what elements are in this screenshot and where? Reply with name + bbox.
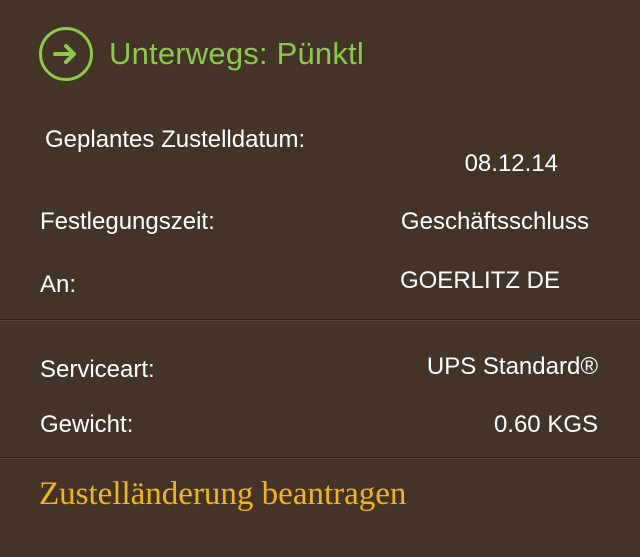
- ship-to-value: GOERLITZ DE: [399, 267, 560, 294]
- service-type-label: Serviceart:: [40, 356, 155, 383]
- arrow-right-icon: [53, 44, 76, 64]
- scheduled-delivery-label: Geplantes Zustelldatum:: [45, 126, 306, 153]
- status-title: Unterwegs: Pünktl: [109, 36, 364, 71]
- ship-to-label: An:: [40, 271, 77, 298]
- request-delivery-change-link[interactable]: Zustelländerung beantragen: [39, 476, 406, 513]
- section-divider: [0, 319, 640, 321]
- arrow-right-circle-icon: [39, 27, 93, 81]
- weight-value: 0.60 KGS: [493, 411, 598, 438]
- commit-time-label: Festlegungszeit:: [40, 208, 215, 235]
- scheduled-delivery-value: 08.12.14: [464, 150, 558, 177]
- service-type-value: UPS Standard®: [426, 353, 598, 380]
- delivery-status: Unterwegs: Pünktl: [39, 27, 364, 81]
- commit-time-value: Geschäftsschluss: [400, 208, 589, 235]
- weight-label: Gewicht:: [40, 411, 134, 438]
- section-divider: [0, 457, 640, 459]
